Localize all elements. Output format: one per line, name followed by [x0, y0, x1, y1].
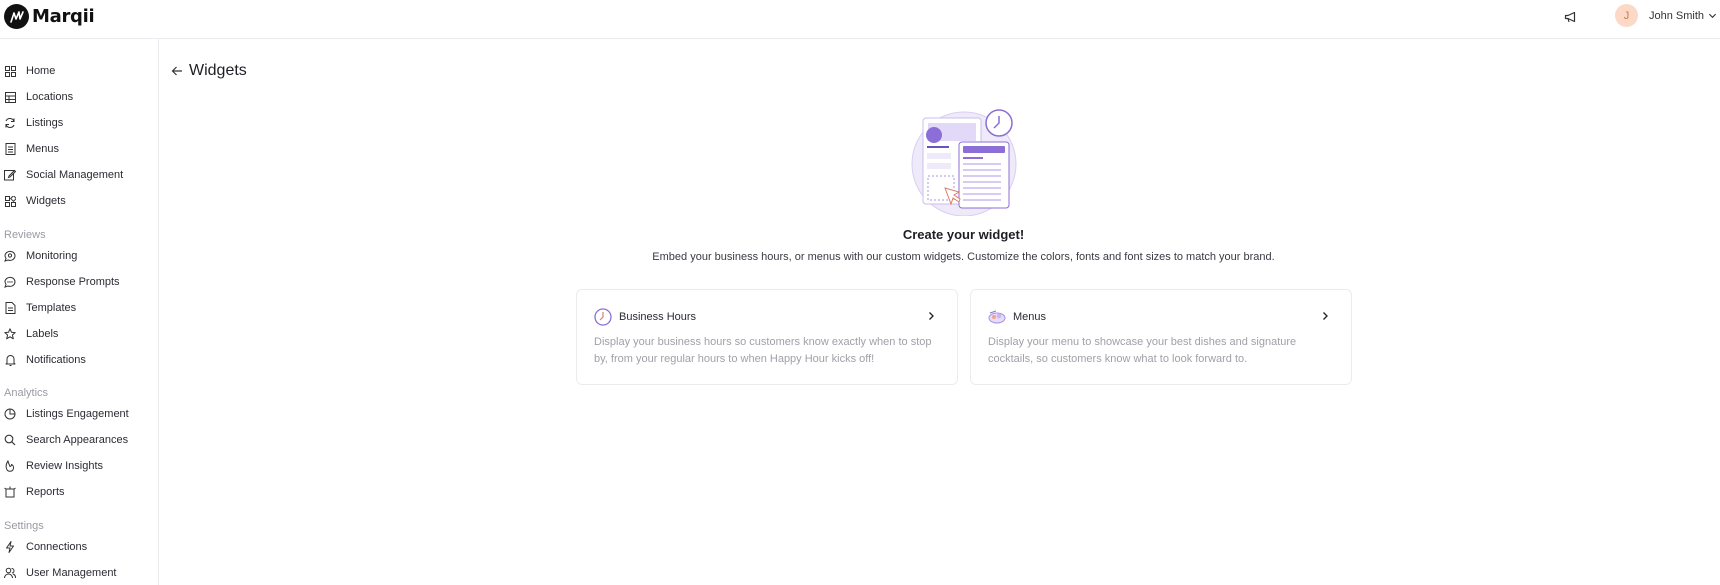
headline: Create your widget!: [902, 227, 1025, 242]
user-name: John Smith: [1649, 9, 1705, 22]
section-title-analytics: Analytics: [4, 387, 49, 399]
clock-icon: [594, 308, 612, 326]
brand-name: Marqii: [32, 6, 95, 27]
sidebar-item-label: Home: [26, 65, 56, 77]
bolt-icon: [4, 541, 16, 553]
sidebar-item-listings[interactable]: Listings: [4, 115, 63, 131]
section-title-settings: Settings: [4, 520, 44, 532]
sidebar-item-label: Menus: [26, 143, 60, 155]
business-hours-card[interactable]: Business Hours Display your business hou…: [576, 289, 958, 385]
sidebar: Home Locations Listings Menus Social Man…: [0, 39, 159, 585]
sidebar-item-connections[interactable]: Connections: [4, 539, 87, 555]
sidebar-item-templates[interactable]: Templates: [4, 300, 76, 316]
users-icon: [4, 567, 16, 579]
widgets-icon: [4, 195, 16, 207]
sidebar-item-label: Templates: [26, 302, 77, 314]
pie-chart-icon: [4, 408, 16, 420]
food-icon: [988, 310, 1006, 324]
chevron-right-icon: [1323, 312, 1328, 320]
sidebar-item-label: Notifications: [26, 354, 86, 366]
user-menu[interactable]: J John Smith: [1615, 4, 1717, 27]
card-title: Business Hours: [619, 311, 697, 323]
sidebar-item-label: Response Prompts: [26, 276, 120, 288]
bulb-icon: [4, 460, 16, 472]
grid-icon: [4, 65, 16, 77]
top-bar: Marqii J John Smith: [0, 0, 1720, 39]
sidebar-item-notifications[interactable]: Notifications: [4, 352, 86, 368]
card-description: Display your menu to showcase your best …: [988, 336, 1297, 365]
sidebar-item-label: Listings Engagement: [26, 408, 129, 420]
sidebar-item-label: Widgets: [26, 195, 66, 207]
sidebar-item-reports[interactable]: Reports: [4, 484, 65, 500]
sidebar-item-review-insights[interactable]: Review Insights: [4, 458, 103, 474]
star-icon: [4, 328, 16, 340]
sidebar-item-label: Labels: [26, 328, 59, 340]
page-header: Widgets: [171, 62, 247, 80]
sidebar-item-widgets[interactable]: Widgets: [4, 193, 66, 209]
sidebar-item-label: Social Management: [26, 169, 124, 181]
avatar: J: [1615, 4, 1638, 27]
menu-book-icon: [4, 143, 16, 155]
document-icon: [4, 302, 16, 314]
sidebar-item-label: Connections: [26, 541, 88, 553]
card-description: Display your business hours so customers…: [594, 336, 932, 365]
back-arrow-icon[interactable]: [171, 65, 183, 77]
sidebar-item-label: User Management: [26, 567, 117, 579]
chat-dots-icon: [4, 276, 16, 288]
widget-illustration: [911, 109, 1017, 216]
menus-card[interactable]: Menus Display your menu to showcase your…: [970, 289, 1352, 385]
sidebar-item-home[interactable]: Home: [4, 63, 55, 79]
marqii-logo-icon: [4, 4, 29, 29]
page-title: Widgets: [189, 62, 247, 79]
bell-icon: [4, 354, 16, 366]
announcement-icon[interactable]: [1563, 9, 1579, 25]
chevron-right-icon: [929, 312, 934, 320]
sidebar-item-label: Reports: [26, 486, 65, 498]
sidebar-item-menus[interactable]: Menus: [4, 141, 59, 157]
report-icon: [4, 486, 16, 498]
sidebar-item-labels[interactable]: Labels: [4, 326, 58, 342]
sidebar-item-user-management[interactable]: User Management: [4, 565, 117, 581]
sidebar-item-label: Locations: [26, 91, 74, 103]
chevron-down-icon: [1708, 13, 1717, 19]
sidebar-item-response-prompts[interactable]: Response Prompts: [4, 274, 120, 290]
sidebar-item-social-management[interactable]: Social Management: [4, 167, 123, 183]
sync-icon: [4, 117, 16, 129]
sidebar-item-locations[interactable]: Locations: [4, 89, 73, 105]
table-icon: [4, 91, 16, 103]
subheadline: Embed your business hours, or menus with…: [652, 251, 1275, 263]
sidebar-item-label: Review Insights: [26, 460, 104, 472]
edit-square-icon: [4, 169, 16, 181]
sidebar-item-listings-engagement[interactable]: Listings Engagement: [4, 406, 129, 422]
sidebar-item-search-appearances[interactable]: Search Appearances: [4, 432, 128, 448]
brand-logo[interactable]: Marqii: [4, 4, 95, 29]
sidebar-item-label: Listings: [26, 117, 64, 129]
search-icon: [4, 434, 16, 446]
card-title: Menus: [1013, 311, 1047, 323]
sidebar-item-label: Search Appearances: [26, 434, 129, 446]
